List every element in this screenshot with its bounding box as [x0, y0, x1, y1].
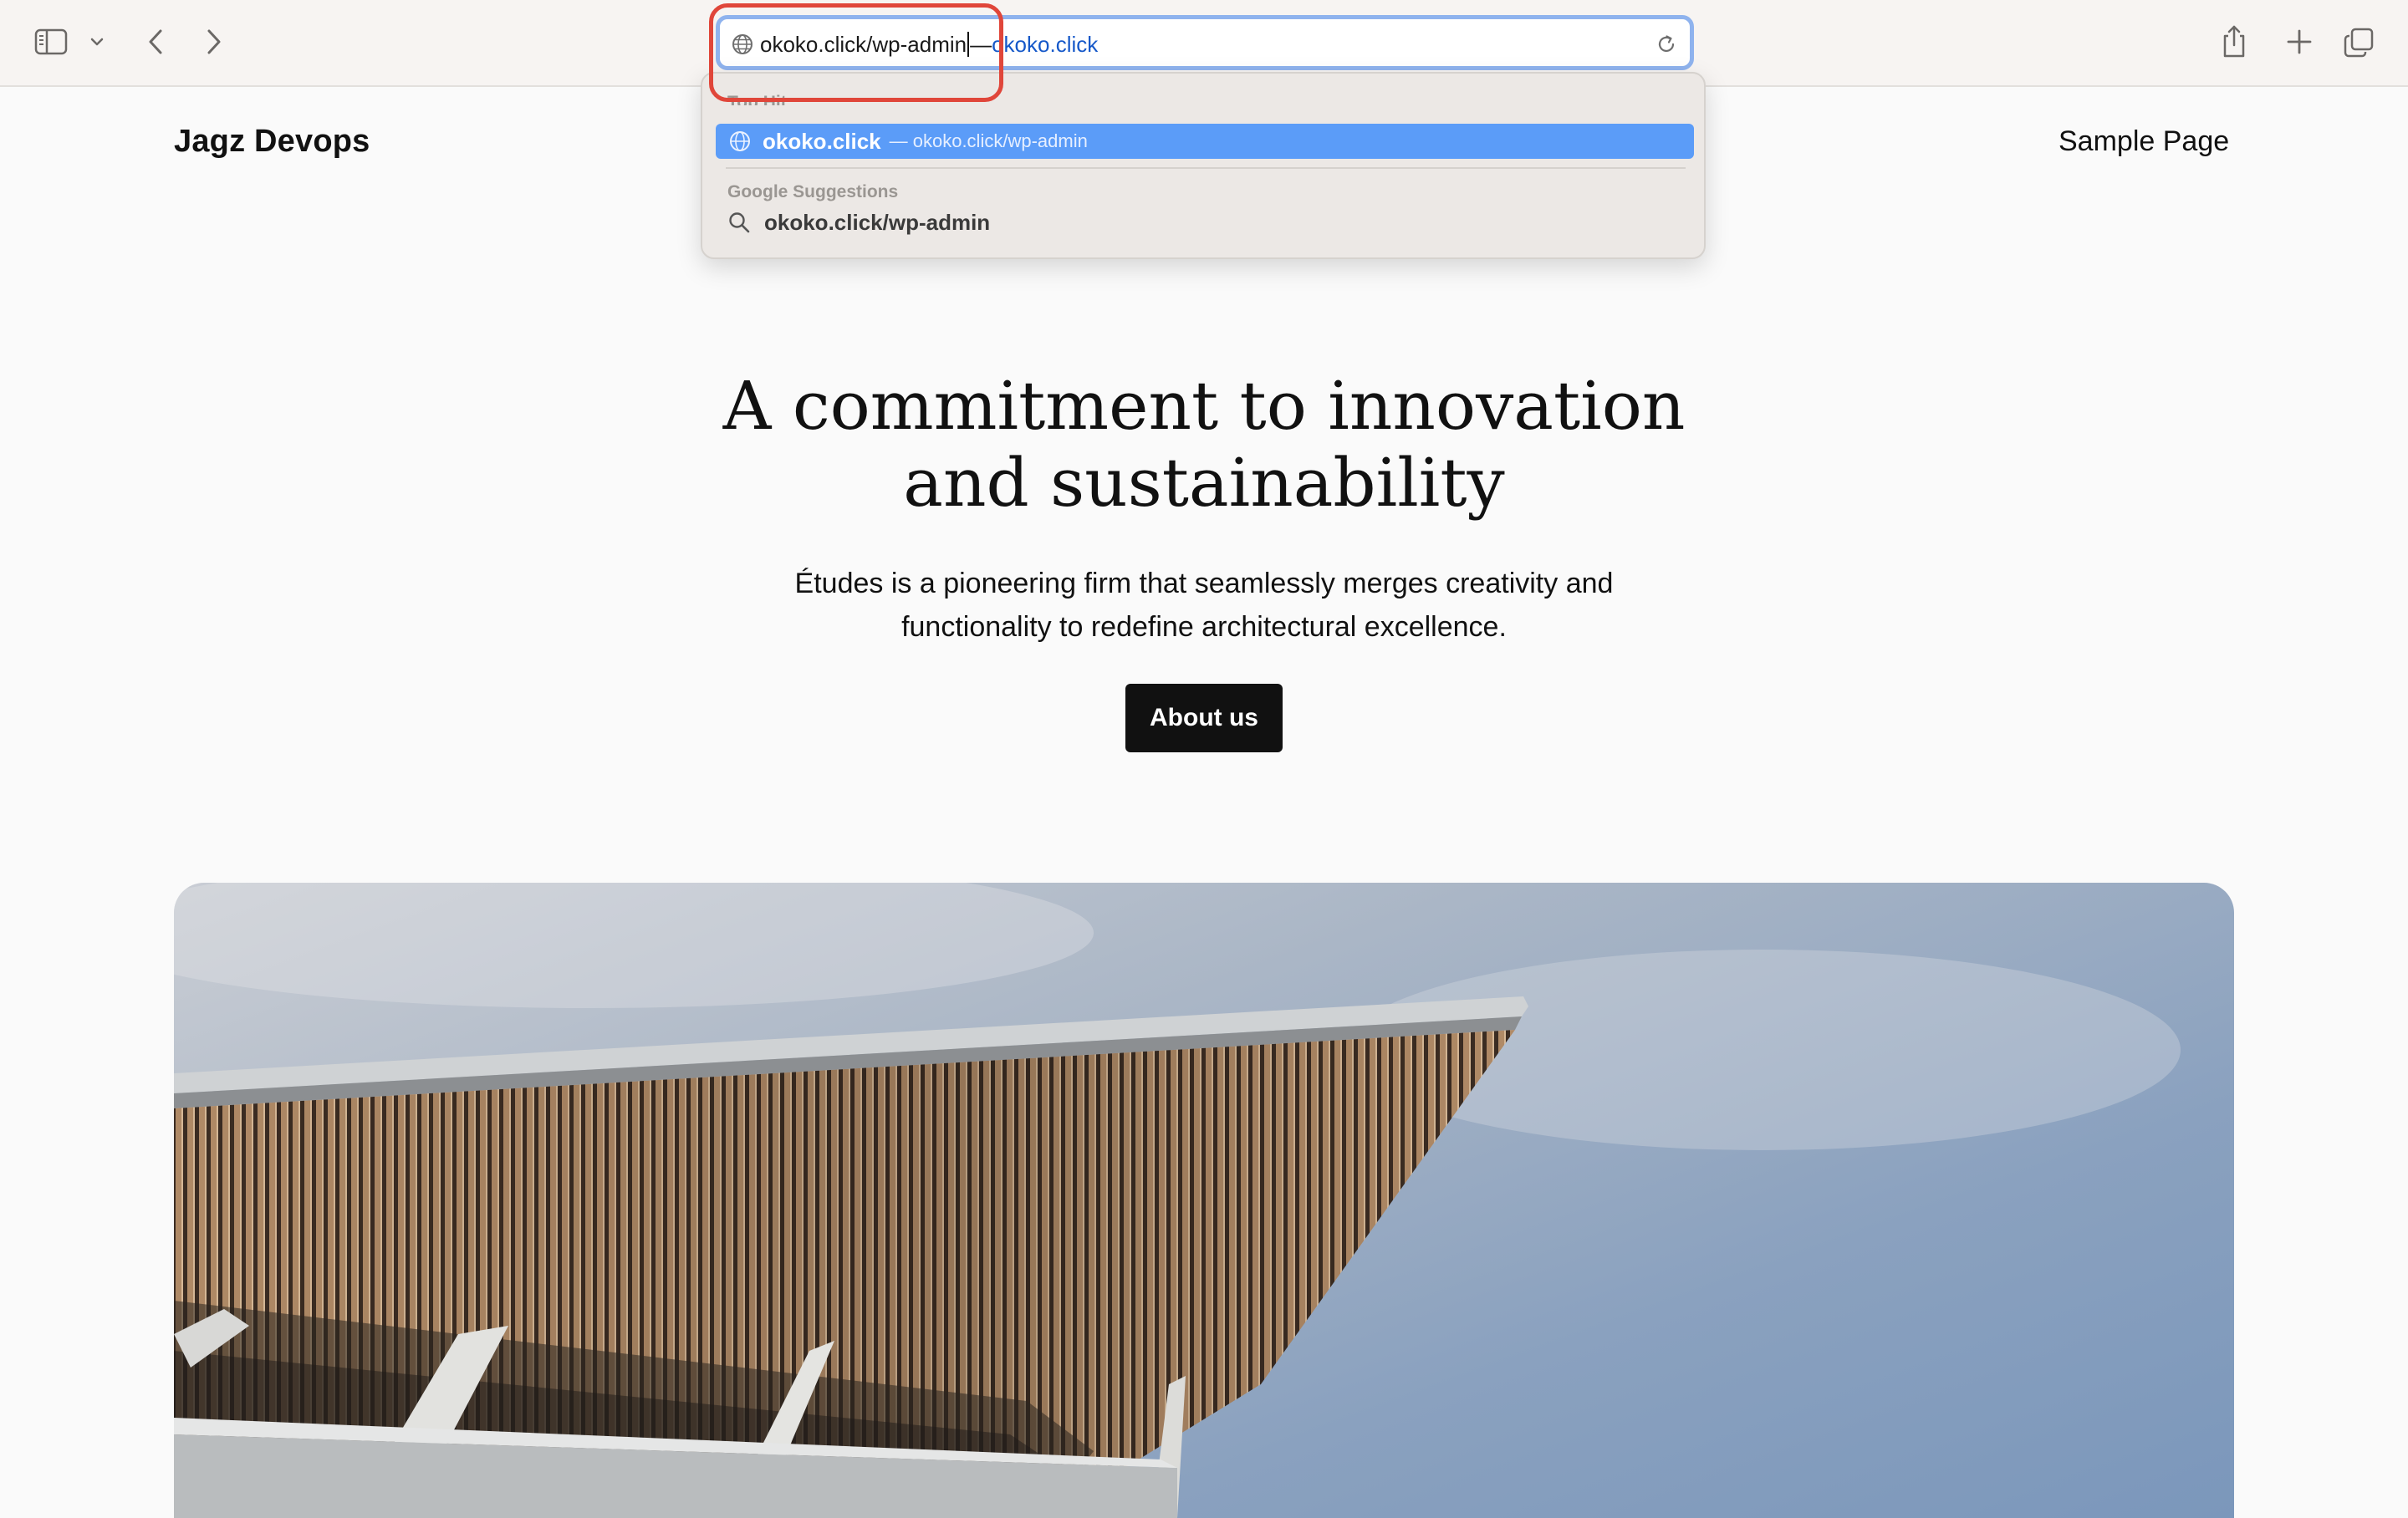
chevron-down-icon[interactable] [87, 32, 107, 52]
about-us-button[interactable]: About us [1125, 684, 1283, 752]
globe-icon [732, 33, 753, 55]
sidebar-icon[interactable] [32, 25, 70, 59]
address-suggestions-dropdown: Top Hit okoko.click — okoko.click/wp-adm… [701, 72, 1706, 259]
hero-subtitle-line: functionality to redefine architectural … [901, 611, 1507, 643]
search-icon [727, 211, 751, 234]
address-separator: — [970, 32, 992, 57]
reload-icon[interactable] [1655, 33, 1678, 56]
chevron-right-icon[interactable] [199, 25, 229, 59]
hero-building-image [174, 883, 2234, 1518]
address-bar[interactable]: okoko.click/wp-admin — okoko.click [716, 15, 1694, 70]
top-hit-subtitle: — okoko.click/wp-admin [889, 130, 1088, 151]
hero-subtitle: Études is a pioneering firm that seamles… [702, 562, 1706, 649]
plus-icon[interactable] [2281, 23, 2318, 60]
google-suggestion[interactable]: okoko.click/wp-admin [727, 207, 990, 237]
google-suggestions-label: Google Suggestions [727, 182, 899, 201]
address-typed-text: okoko.click/wp-admin [760, 32, 967, 57]
globe-icon [729, 130, 751, 152]
top-hit-title: okoko.click [763, 128, 881, 154]
address-autocomplete-text: okoko.click [992, 32, 1099, 57]
hero-heading-line: A commitment to innovation [722, 367, 1686, 445]
divider [726, 167, 1686, 169]
site-title[interactable]: Jagz Devops [174, 124, 370, 160]
address-input[interactable]: okoko.click/wp-admin — okoko.click [760, 31, 1098, 58]
hero-heading-line: and sustainability [903, 444, 1505, 522]
share-icon[interactable] [2216, 22, 2252, 62]
text-caret [967, 32, 970, 57]
google-suggestion-text: okoko.click/wp-admin [764, 209, 991, 235]
top-hit-suggestion[interactable]: okoko.click — okoko.click/wp-admin [716, 124, 1694, 159]
hero-subtitle-line: Études is a pioneering firm that seamles… [794, 568, 1614, 599]
hero-heading: A commitment to innovation and sustainab… [535, 368, 1873, 522]
chevron-left-icon[interactable] [140, 25, 171, 59]
nav-sample-page[interactable]: Sample Page [2059, 125, 2229, 158]
tabs-icon[interactable] [2339, 23, 2378, 62]
top-hit-label: Top Hit [727, 93, 787, 105]
